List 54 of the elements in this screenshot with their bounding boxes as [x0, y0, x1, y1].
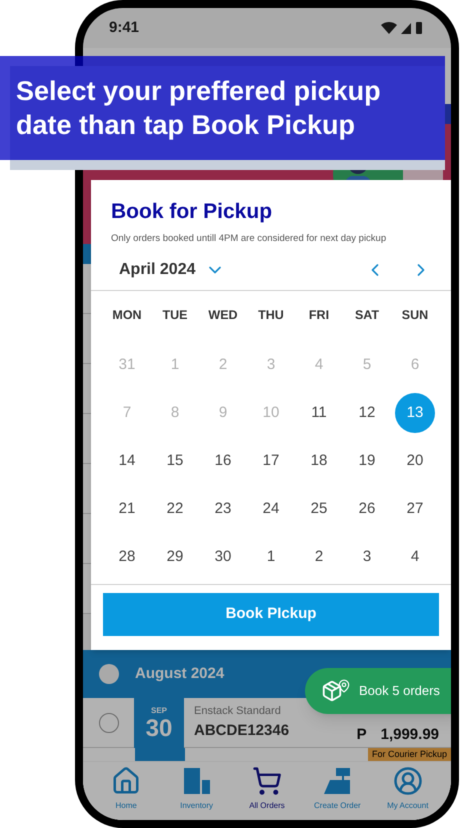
dialog-note: Only orders booked untill 4PM are considered for next day pickup	[111, 232, 388, 246]
courier-tag: For Courier Pickup	[368, 748, 451, 761]
select-checkbox[interactable]	[99, 712, 119, 732]
day-cell[interactable]: 4	[395, 536, 435, 577]
weekday-label: MON	[112, 307, 142, 324]
day-cell[interactable]: 28	[107, 536, 147, 577]
house-icon	[111, 766, 142, 796]
day-cell[interactable]: 30	[203, 536, 243, 577]
weekday-label: WED	[208, 307, 238, 324]
date-day: 30	[146, 716, 172, 740]
cart-icon	[252, 766, 282, 796]
tracking-number: ABCDE12346	[194, 720, 290, 740]
day-cell[interactable]: 26	[347, 488, 387, 529]
day-cell[interactable]: 23	[203, 488, 243, 529]
day-cell[interactable]: 17	[251, 440, 291, 481]
day-cell[interactable]: 2	[299, 536, 339, 577]
day-cell[interactable]: 22	[155, 488, 195, 529]
order-amount: 1,999.99	[380, 725, 439, 746]
day-cell[interactable]: 1	[251, 536, 291, 577]
day-cell[interactable]: 18	[299, 440, 339, 481]
day-cell[interactable]: 3	[347, 536, 387, 577]
day-cell[interactable]: 21	[107, 488, 147, 529]
month-label: April 2024	[119, 260, 196, 280]
weekday-label: TUE	[162, 307, 188, 324]
status-time: 9:41	[109, 18, 140, 38]
date-month: SEP	[150, 704, 167, 716]
weekday-label: SAT	[354, 307, 380, 324]
status-icons	[381, 21, 425, 35]
day-cell[interactable]: 19	[347, 440, 387, 481]
currency-symbol: P	[356, 725, 367, 746]
register-icon	[322, 766, 352, 796]
package-pin-icon	[321, 680, 351, 702]
weekday-label: SUN	[402, 307, 428, 324]
select-checkbox[interactable]	[99, 664, 119, 684]
day-cell[interactable]: 12	[347, 392, 387, 433]
service-name: Enstack Standard	[194, 704, 282, 719]
day-cell[interactable]: 11	[299, 392, 339, 433]
day-cell[interactable]: 25	[299, 488, 339, 529]
weekday-label: THU	[258, 307, 284, 324]
day-cell[interactable]: 16	[203, 440, 243, 481]
day-cell[interactable]: 27	[395, 488, 435, 529]
day-cell[interactable]: 29	[155, 536, 195, 577]
day-cell[interactable]: 24	[251, 488, 291, 529]
weekday-label: FRI	[308, 307, 330, 324]
callout-text: Select your preffered pickup date than tap Book Pickup	[16, 75, 382, 142]
group-title: August 2024	[135, 664, 224, 684]
day-cell[interactable]: 20	[395, 440, 435, 481]
user-icon	[392, 766, 423, 796]
blocks-icon	[182, 766, 212, 796]
nav-tab[interactable]: All Orders	[232, 766, 302, 812]
day-cell[interactable]: 15	[155, 440, 195, 481]
day-cell[interactable]: 14	[107, 440, 147, 481]
book-orders-button[interactable]: Book 5 orders	[305, 668, 451, 714]
dialog-title: Book for Pickup	[111, 199, 274, 225]
